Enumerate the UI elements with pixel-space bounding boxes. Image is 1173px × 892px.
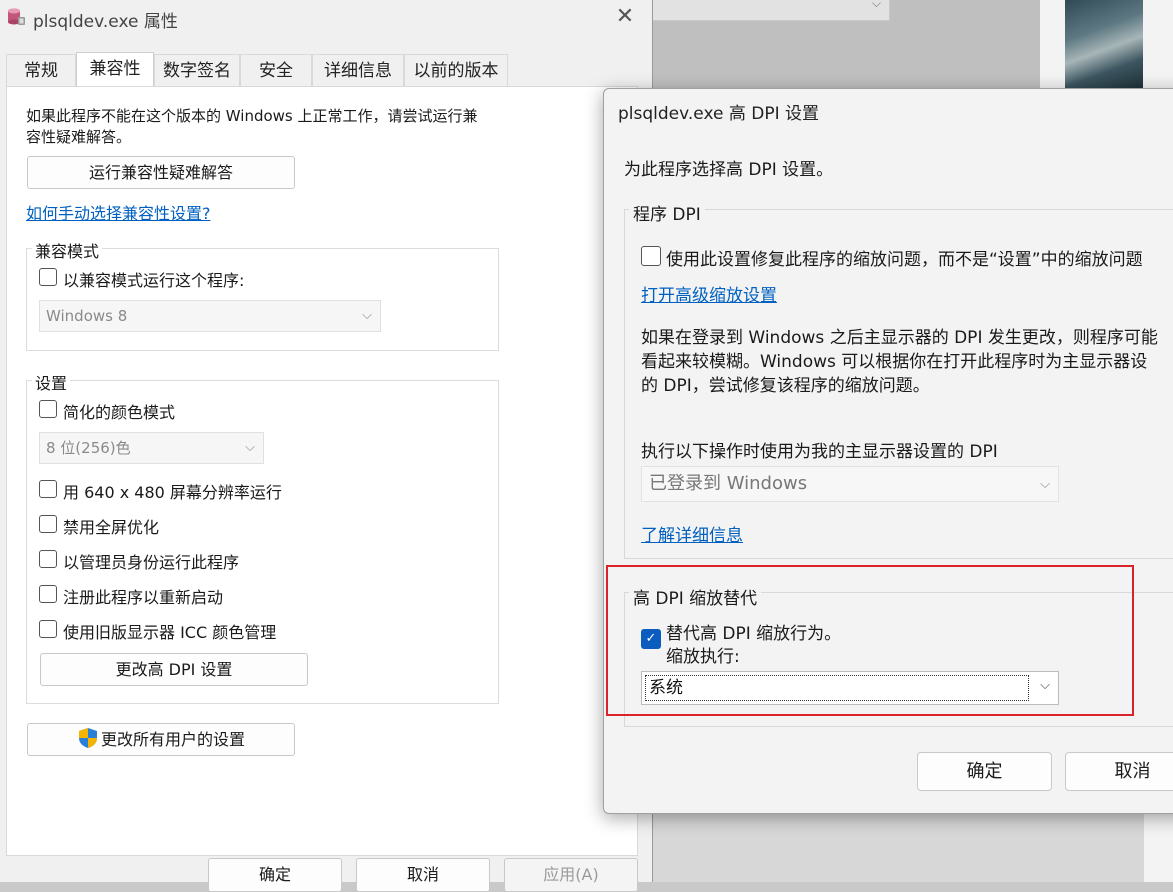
run-as-admin-label: 以管理员身份运行此程序 [63,553,240,572]
properties-dialog: plsqldev.exe 属性 ✕ 常规 兼容性 数字签名 安全 详细信息 以前… [0,0,653,892]
dpi-ok-button[interactable]: 确定 [917,752,1052,791]
chevron-down-icon: ⌵ [245,440,255,455]
background-photo-thumbnail [1065,0,1143,88]
window-title: plsqldev.exe 属性 [33,12,178,32]
dpi-dialog-title: plsqldev.exe 高 DPI 设置 [618,104,820,124]
use-dpi-label: 执行以下操作时使用为我的主显示器设置的 DPI [641,442,998,462]
tab-general[interactable]: 常规 [6,54,76,86]
change-all-users-button[interactable]: 更改所有用户的设置 [27,723,295,756]
compat-mode-checkbox[interactable] [39,268,57,286]
intro-text-line2: 容性疑难解答。 [26,128,132,146]
title-bar: plsqldev.exe 属性 ✕ [0,0,652,36]
background-dropdown [652,0,890,21]
dpi-timing-select[interactable]: 已登录到 Windows ⌵ [641,466,1059,502]
dpi-dialog-heading: 为此程序选择高 DPI 设置。 [624,160,834,180]
os-version-value: Windows 8 [46,307,128,325]
learn-more-link[interactable]: 了解详细信息 [641,521,743,546]
close-icon: ✕ [615,4,635,29]
run-as-admin-checkbox[interactable] [39,550,57,568]
dpi-description-line3: 的 DPI，尝试修复该程序的缩放问题。 [641,376,930,396]
settings-group-label: 设置 [32,370,71,394]
program-dpi-group-label: 程序 DPI [629,200,705,225]
color-mode-select[interactable]: 8 位(256)色 ⌵ [39,432,264,464]
compat-mode-label: 以兼容模式运行这个程序: [63,271,245,290]
background-region [638,812,1144,882]
compat-mode-group-label: 兼容模式 [32,238,103,262]
tab-digital-signatures[interactable]: 数字签名 [154,54,240,86]
disable-fullscreen-checkbox[interactable] [39,515,57,533]
fix-scaling-label: 使用此设置修复此程序的缩放问题，而不是“设置”中的缩放问题 [666,250,1143,270]
advanced-scaling-link[interactable]: 打开高级缩放设置 [641,281,777,306]
os-version-select[interactable]: Windows 8 ⌵ [39,300,381,332]
tab-security[interactable]: 安全 [240,54,312,86]
reduced-color-checkbox[interactable] [39,400,57,418]
change-dpi-button[interactable]: 更改高 DPI 设置 [40,653,308,686]
manual-settings-link[interactable]: 如何手动选择兼容性设置? [26,200,211,224]
chevron-down-icon: ⌵ [362,308,372,323]
chevron-down-icon: ⌵ [1040,477,1050,492]
tab-details[interactable]: 详细信息 [312,54,404,86]
dpi-timing-value: 已登录到 Windows [649,473,808,494]
cancel-button[interactable]: 取消 [356,858,490,892]
color-mode-value: 8 位(256)色 [46,439,131,457]
fix-scaling-checkbox[interactable] [641,246,661,266]
legacy-icc-label: 使用旧版显示器 ICC 颜色管理 [63,623,277,642]
legacy-icc-checkbox[interactable] [39,620,57,638]
register-restart-label: 注册此程序以重新启动 [63,588,224,607]
dpi-description-line2: 看起来较模糊。Windows 可以根据你在打开此程序时为主显示器设 [641,352,1148,372]
highlight-box [606,565,1134,716]
run-troubleshooter-button[interactable]: 运行兼容性疑难解答 [27,156,295,189]
shield-icon [78,728,97,748]
res-640-label: 用 640 x 480 屏幕分辨率运行 [63,483,282,502]
register-restart-checkbox[interactable] [39,585,57,603]
apply-button[interactable]: 应用(A) [504,858,638,892]
tab-previous-versions[interactable]: 以前的版本 [404,54,508,86]
intro-text-line1: 如果此程序不能在这个版本的 Windows 上正常工作，请尝试运行兼 [26,107,478,125]
dpi-description-line1: 如果在登录到 Windows 之后主显示器的 DPI 发生更改，则程序可能 [641,328,1158,348]
ok-button[interactable]: 确定 [208,858,342,892]
tab-compatibility[interactable]: 兼容性 [76,52,154,88]
change-all-users-label: 更改所有用户的设置 [100,730,245,749]
res-640-checkbox[interactable] [39,480,57,498]
database-icon [8,8,25,25]
dpi-cancel-button[interactable]: 取消 [1065,752,1173,791]
close-button[interactable]: ✕ [610,2,640,32]
disable-fullscreen-label: 禁用全屏优化 [63,518,160,537]
reduced-color-label: 简化的颜色模式 [63,403,176,422]
